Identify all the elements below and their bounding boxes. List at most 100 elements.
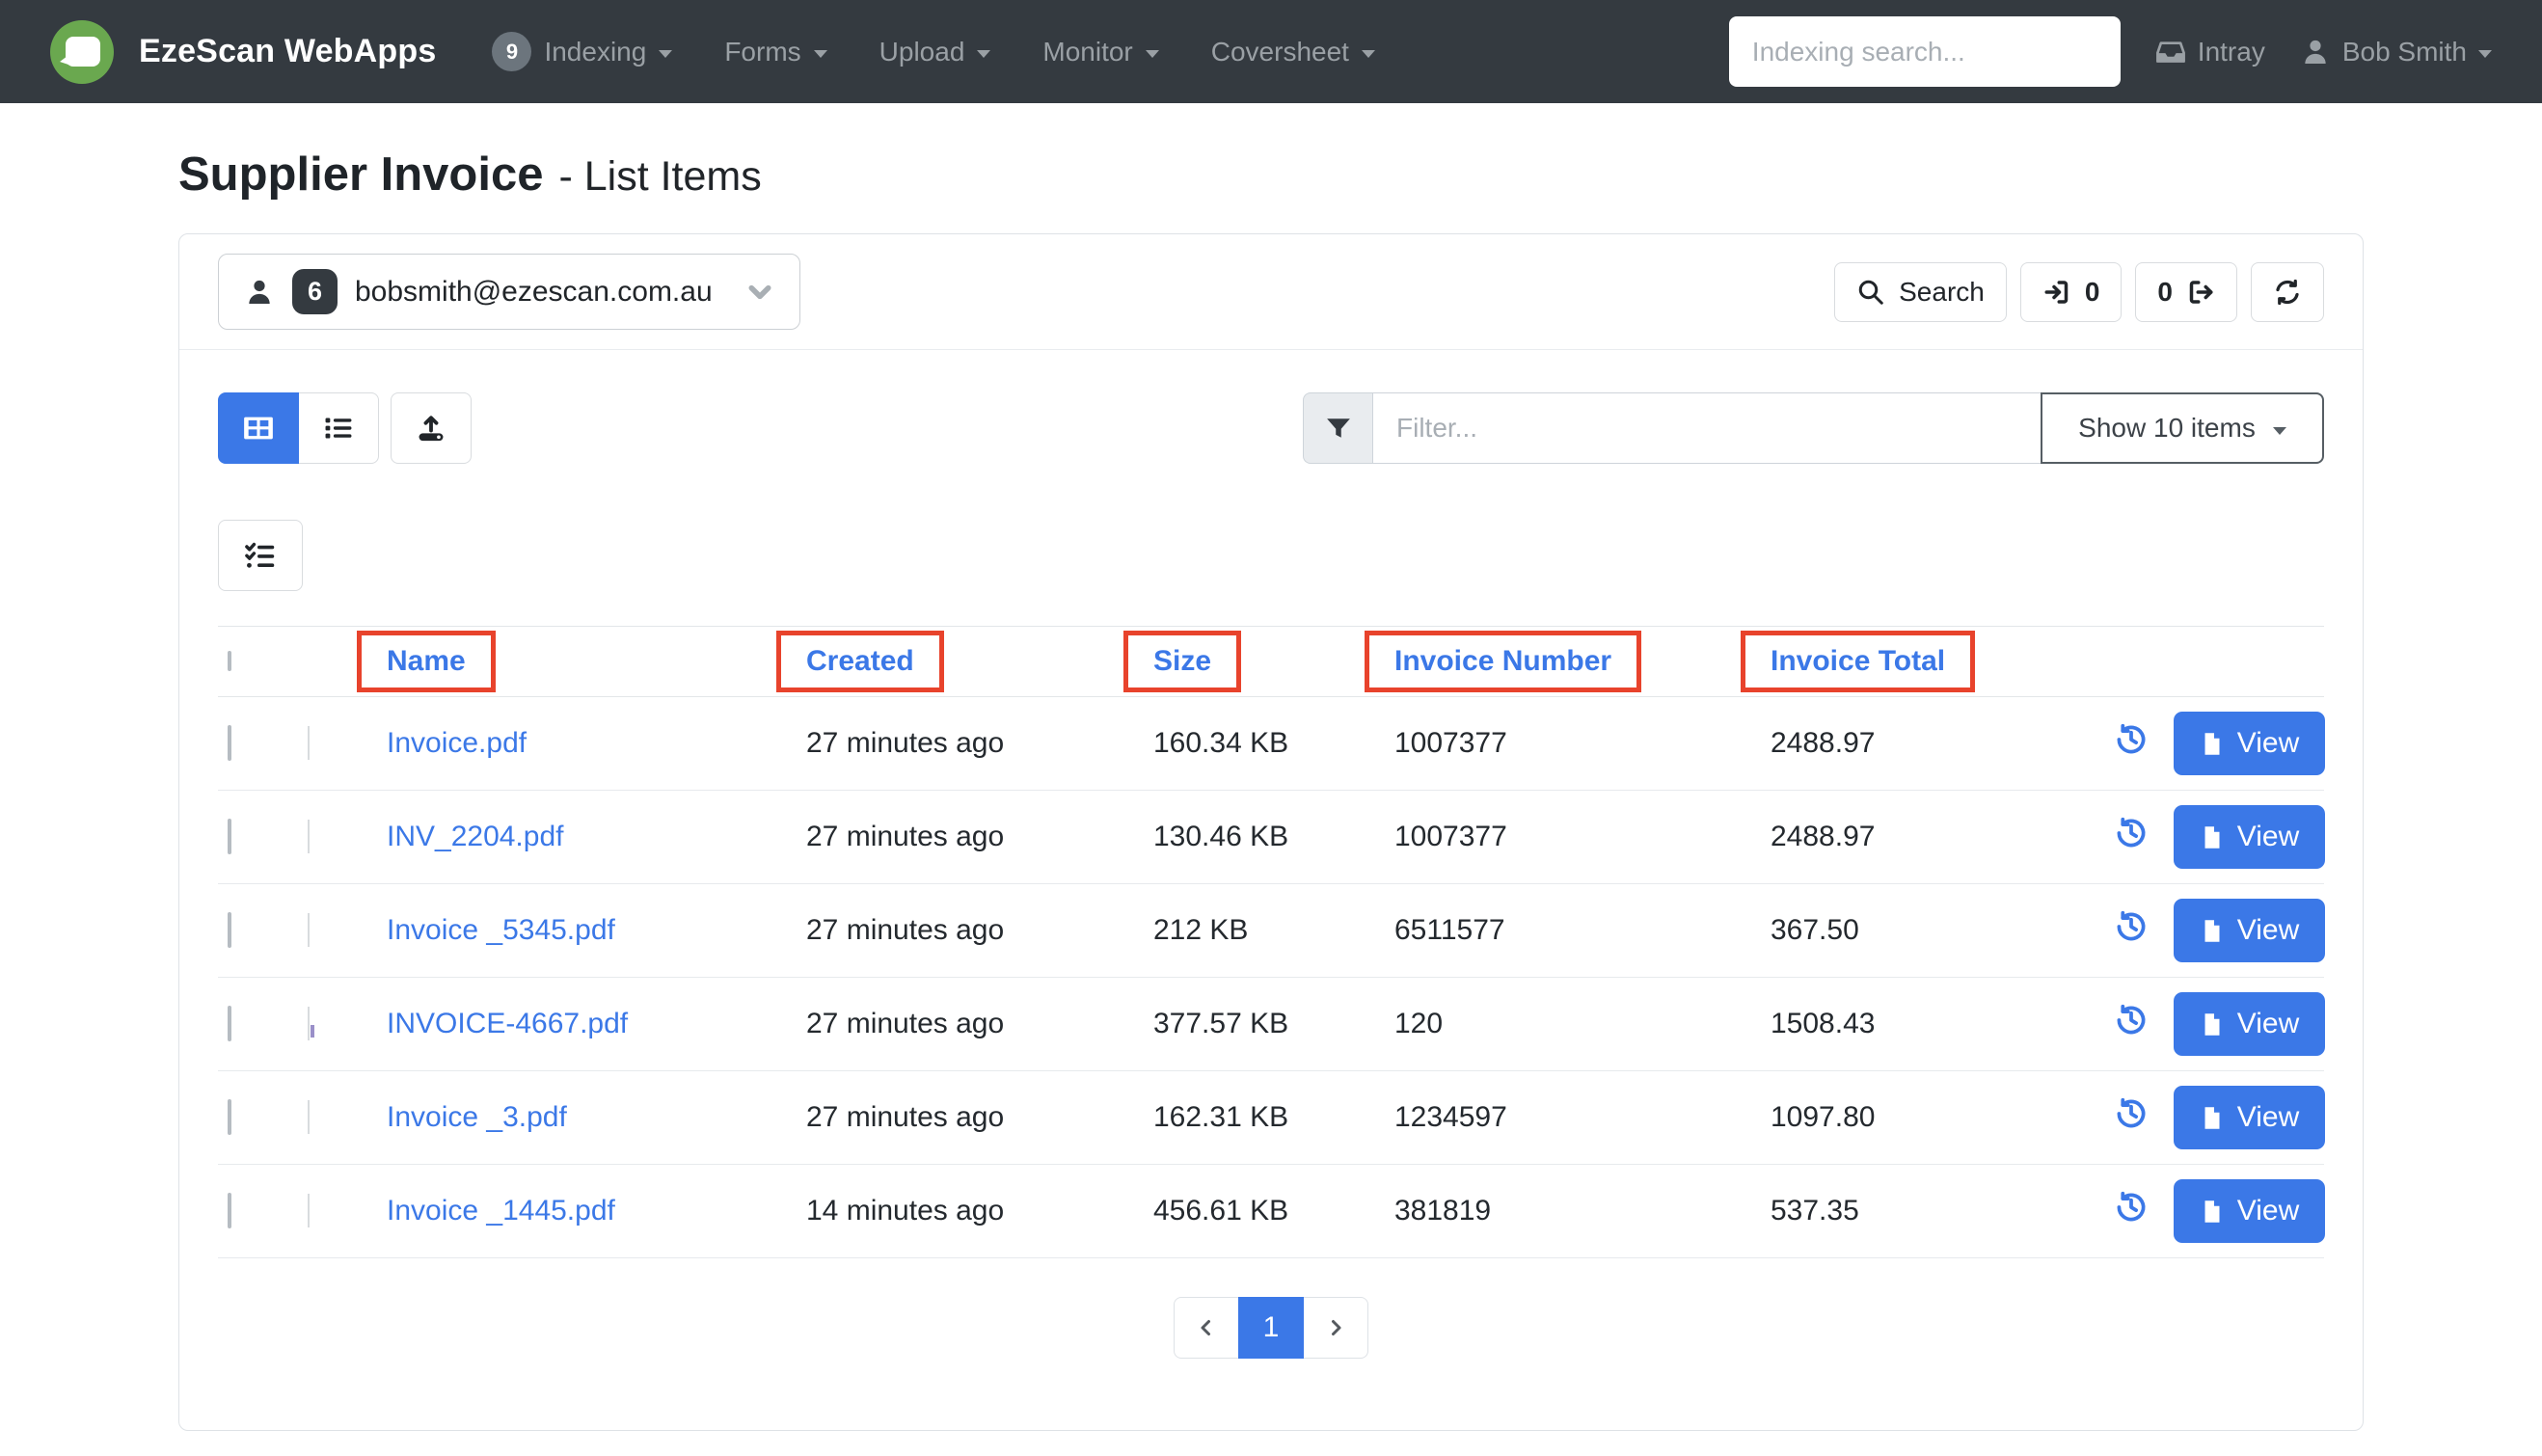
chevron-down-icon	[2272, 426, 2286, 435]
document-name-link[interactable]: Invoice.pdf	[387, 727, 527, 759]
person-icon	[2305, 40, 2326, 64]
column-header-invoice-number[interactable]: Invoice Number	[1394, 645, 1611, 678]
nav-item-label: Monitor	[1042, 36, 1133, 67]
document-name-link[interactable]: Invoice _3.pdf	[387, 1101, 567, 1133]
page-title: Supplier Invoice - List Items	[178, 148, 2364, 202]
select-all-checkbox[interactable]	[228, 651, 231, 671]
list-view-button[interactable]	[298, 392, 379, 464]
row-checkbox[interactable]	[228, 725, 231, 761]
check-in-button[interactable]: 0	[2019, 261, 2123, 322]
filter-input[interactable]	[1372, 392, 2042, 464]
refresh-button[interactable]	[2251, 261, 2324, 322]
next-page-button[interactable]	[1303, 1297, 1368, 1359]
check-out-count: 0	[2157, 276, 2173, 307]
view-button[interactable]: View	[2173, 1179, 2325, 1243]
document-name-link[interactable]: Invoice _5345.pdf	[387, 914, 615, 946]
queue-user-email: bobsmith@ezescan.com.au	[355, 275, 713, 308]
grid-view-button[interactable]	[218, 392, 299, 464]
invoice-number-cell: 6511577	[1394, 914, 1505, 946]
created-cell: 27 minutes ago	[806, 727, 1005, 759]
view-button[interactable]: View	[2173, 712, 2325, 775]
view-button[interactable]: View	[2173, 805, 2325, 869]
nav-menu: 9 Indexing Forms Upload Monitor Covershe…	[492, 32, 1375, 71]
size-cell: 160.34 KB	[1153, 727, 1289, 759]
row-checkbox[interactable]	[228, 912, 231, 948]
table-row: Invoice _3.pdf 27 minutes ago 162.31 KB …	[218, 1071, 2325, 1165]
column-header-name[interactable]: Name	[387, 645, 466, 678]
history-button[interactable]	[2114, 1003, 2149, 1038]
column-header-invoice-total[interactable]: Invoice Total	[1771, 645, 1945, 678]
check-out-button[interactable]: 0	[2135, 261, 2237, 322]
nav-item-label: Coversheet	[1210, 36, 1349, 67]
document-name-link[interactable]: INVOICE-4667.pdf	[387, 1008, 628, 1039]
document-name-link[interactable]: Invoice _1445.pdf	[387, 1195, 615, 1227]
queue-user-select[interactable]: 6 bobsmith@ezescan.com.au	[218, 254, 800, 330]
file-icon	[2204, 1012, 2220, 1036]
view-button[interactable]: View	[2173, 992, 2325, 1056]
brand[interactable]: EzeScan WebApps	[50, 19, 437, 84]
annotation-box-invoice-number: Invoice Number	[1365, 631, 1642, 692]
intray-label: Intray	[2197, 36, 2265, 67]
nav-item-coversheet[interactable]: Coversheet	[1211, 37, 1375, 67]
user-menu[interactable]: Bob Smith	[2300, 37, 2492, 67]
search-button-label: Search	[1899, 276, 1985, 307]
row-checkbox[interactable]	[228, 819, 231, 854]
history-icon	[2117, 1191, 2146, 1222]
history-button[interactable]	[2114, 1096, 2149, 1131]
brand-title: EzeScan WebApps	[139, 33, 437, 69]
nav-item-monitor[interactable]: Monitor	[1042, 36, 1159, 67]
annotation-box-name: Name	[357, 631, 496, 692]
top-navbar: EzeScan WebApps 9 Indexing Forms Upload …	[0, 0, 2542, 103]
file-icon	[2204, 732, 2220, 755]
nav-item-upload[interactable]: Upload	[879, 37, 991, 67]
invoice-total-cell: 2488.97	[1771, 821, 1876, 852]
created-cell: 27 minutes ago	[806, 821, 1005, 852]
upload-button[interactable]	[391, 392, 472, 464]
document-thumbnail	[308, 726, 310, 760]
annotation-box-size: Size	[1123, 631, 1242, 692]
magnifier-icon	[1858, 280, 1883, 305]
invoice-total-cell: 537.35	[1771, 1195, 1859, 1227]
indexing-search-input[interactable]	[1728, 16, 2121, 87]
file-icon	[2204, 1106, 2220, 1129]
chevron-right-icon	[1332, 1320, 1341, 1335]
view-button[interactable]: View	[2173, 1086, 2325, 1149]
filter-addon	[1303, 392, 1372, 464]
intray-link[interactable]: Intray	[2155, 37, 2265, 67]
table-header-row: Name Created Size Invoice Number Invoice…	[218, 626, 2324, 697]
row-checkbox[interactable]	[228, 1193, 231, 1228]
nav-item-forms[interactable]: Forms	[724, 36, 827, 67]
toolbar: Show 10 items	[218, 392, 2324, 464]
size-cell: 212 KB	[1153, 914, 1249, 946]
column-header-size[interactable]: Size	[1153, 645, 1211, 678]
previous-page-button[interactable]	[1174, 1297, 1239, 1359]
history-button[interactable]	[2114, 722, 2149, 757]
history-icon	[2117, 910, 2146, 941]
invoice-total-cell: 2488.97	[1771, 727, 1876, 759]
nav-item-label: Forms	[724, 36, 801, 67]
ezescan-logo-icon	[50, 19, 114, 84]
size-cell: 377.57 KB	[1153, 1008, 1289, 1039]
history-icon	[2117, 1097, 2146, 1128]
page-number-button[interactable]: 1	[1238, 1297, 1304, 1359]
row-checkbox[interactable]	[228, 1099, 231, 1135]
chevron-down-icon	[813, 50, 827, 58]
view-button[interactable]: View	[2173, 899, 2325, 962]
chevron-down-icon	[2478, 50, 2492, 58]
refresh-icon	[2276, 279, 2299, 305]
column-header-created[interactable]: Created	[806, 645, 914, 678]
batch-select-button[interactable]	[218, 520, 303, 591]
row-checkbox[interactable]	[228, 1006, 231, 1041]
nav-item-indexing[interactable]: 9 Indexing	[492, 32, 673, 71]
file-icon	[2204, 919, 2220, 942]
search-button[interactable]: Search	[1834, 261, 2007, 322]
history-button[interactable]	[2114, 909, 2149, 944]
sign-out-icon	[2189, 280, 2213, 304]
person-icon	[249, 280, 270, 304]
table-row: INVOICE-4667.pdf 27 minutes ago 377.57 K…	[218, 978, 2325, 1071]
show-items-dropdown[interactable]: Show 10 items	[2041, 392, 2324, 464]
history-button[interactable]	[2114, 1190, 2149, 1225]
chevron-down-icon	[748, 284, 771, 299]
document-name-link[interactable]: INV_2204.pdf	[387, 821, 563, 852]
history-button[interactable]	[2114, 816, 2149, 850]
